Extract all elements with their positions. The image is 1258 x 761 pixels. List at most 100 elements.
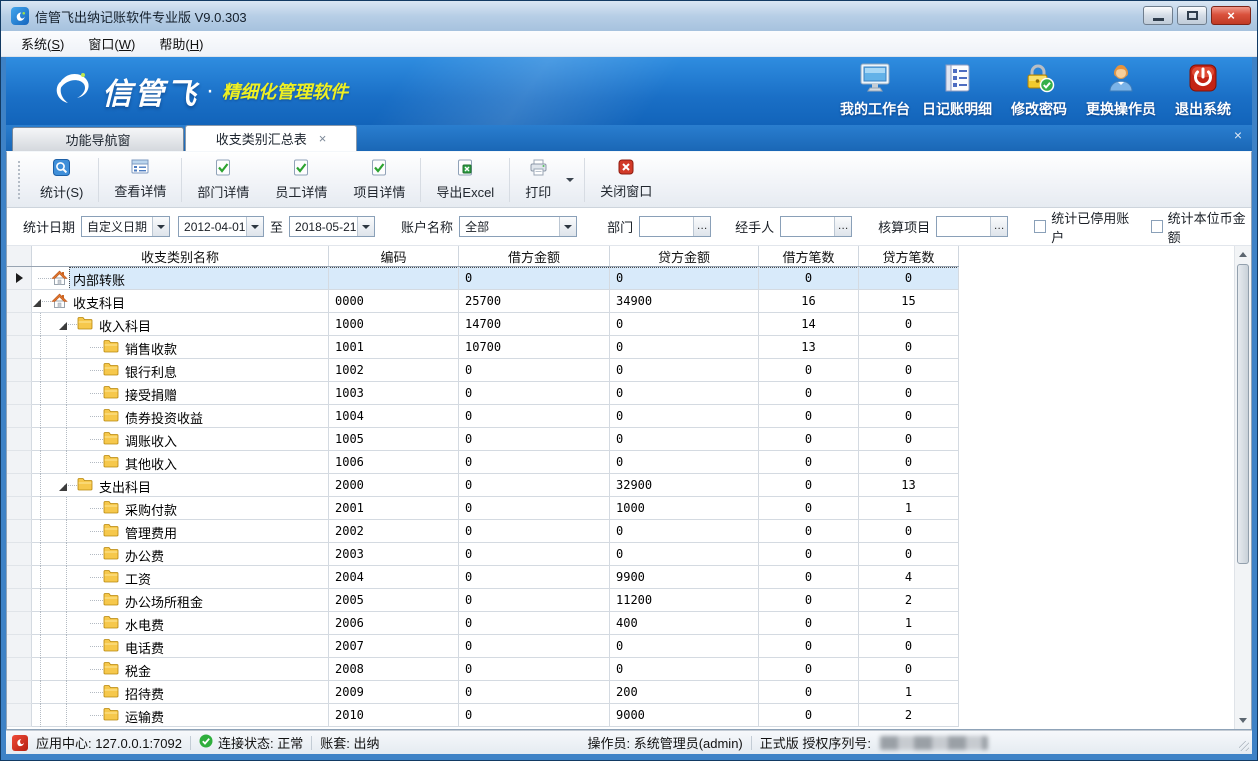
header-credit-amount[interactable]: 贷方金额	[610, 246, 759, 266]
table-row[interactable]: 1001107000130销售收款	[7, 336, 1234, 359]
header-debit-amount[interactable]: 借方金额	[459, 246, 610, 266]
project-lookup[interactable]: …	[936, 216, 1008, 237]
scrollbar-thumb[interactable]	[1237, 264, 1249, 564]
dropdown-icon[interactable]	[246, 217, 263, 236]
status-license: 正式版 授权序列号:	[752, 733, 996, 752]
statistics-button[interactable]: 统计(S)	[27, 155, 96, 205]
tree-guide	[66, 543, 67, 566]
cell-code: 0000	[329, 290, 459, 313]
menu-window[interactable]: 窗口(W)	[78, 31, 145, 56]
category-name: 招待费	[125, 684, 164, 703]
department-detail-button[interactable]: 部门详情	[184, 155, 262, 205]
row-indicator-cell	[7, 290, 32, 313]
table-row[interactable]: 20020000管理费用	[7, 520, 1234, 543]
checkbox-icon[interactable]	[1151, 220, 1163, 233]
titlebar[interactable]: 信管飞出纳记账软件专业版 V9.0.303 ×	[1, 1, 1257, 31]
table-row[interactable]: 2009020001招待费	[7, 681, 1234, 704]
table-row[interactable]: 20040990004工资	[7, 566, 1234, 589]
table-row[interactable]: 10030000接受捐赠	[7, 382, 1234, 405]
staff-detail-button[interactable]: 员工详情	[262, 155, 340, 205]
category-name: 内部转账	[73, 270, 125, 289]
tab-close-icon[interactable]: ×	[319, 132, 327, 145]
tree-expander-icon[interactable]	[59, 322, 67, 330]
maximize-button[interactable]	[1177, 6, 1207, 25]
department-lookup[interactable]: …	[639, 216, 711, 237]
header-debit-count[interactable]: 借方笔数	[759, 246, 859, 266]
cell-filler	[959, 428, 1234, 451]
header-code[interactable]: 编码	[329, 246, 459, 266]
agent-input[interactable]	[781, 217, 834, 236]
date-from-select[interactable]: 2012-04-01	[178, 216, 264, 237]
switch-operator-button[interactable]: 更换操作员	[1080, 59, 1162, 123]
header-category-name[interactable]: 收支类别名称	[32, 246, 329, 266]
agent-lookup[interactable]: …	[780, 216, 852, 237]
ellipsis-lookup-icon[interactable]: …	[990, 217, 1007, 236]
vertical-scrollbar[interactable]	[1234, 246, 1251, 729]
table-row[interactable]: 0000内部转账	[7, 267, 1234, 290]
table-row[interactable]: 2006040001水电费	[7, 612, 1234, 635]
workbench-button[interactable]: 我的工作台	[834, 59, 916, 123]
table-row[interactable]: 10050000调账收入	[7, 428, 1234, 451]
tree-guide	[66, 405, 67, 428]
table-row[interactable]: 20100900002运输费	[7, 704, 1234, 727]
resize-grip[interactable]	[1239, 741, 1249, 751]
table-row[interactable]: 2000032900013支出科目	[7, 474, 1234, 497]
brand-logo-icon	[50, 70, 92, 113]
close-window-button[interactable]: 关闭窗口	[587, 155, 665, 204]
header-filler	[959, 246, 1234, 267]
project-input[interactable]	[937, 217, 990, 236]
export-excel-button[interactable]: 导出Excel	[423, 155, 507, 205]
table-row[interactable]: 10040000债券投资收益	[7, 405, 1234, 428]
tab-income-expense-summary[interactable]: 收支类别汇总表 ×	[185, 125, 357, 151]
project-detail-button[interactable]: 项目详情	[340, 155, 418, 205]
tab-navigation-pane[interactable]: 功能导航窗	[12, 127, 184, 151]
ellipsis-lookup-icon[interactable]: …	[834, 217, 851, 236]
exit-system-button[interactable]: 退出系统	[1162, 59, 1244, 123]
cell-filler	[959, 635, 1234, 658]
base-currency-checkbox[interactable]: 统计本位币金额	[1151, 208, 1251, 246]
table-row[interactable]: 000025700349001615收支科目	[7, 290, 1234, 313]
view-detail-button[interactable]: 查看详情	[101, 155, 179, 204]
dropdown-icon[interactable]	[152, 217, 169, 236]
scroll-up-button[interactable]	[1235, 246, 1251, 263]
ellipsis-lookup-icon[interactable]: …	[693, 217, 710, 236]
table-row[interactable]: 20080000税金	[7, 658, 1234, 681]
tree-expander-icon[interactable]	[59, 483, 67, 491]
menu-help[interactable]: 帮助(H)	[149, 31, 213, 56]
toolbar-drag-handle[interactable]	[18, 161, 20, 199]
account-select[interactable]: 全部	[459, 216, 577, 237]
print-button[interactable]: 打印	[512, 155, 564, 205]
close-button[interactable]: ×	[1211, 6, 1251, 25]
minimize-button[interactable]	[1143, 6, 1173, 25]
change-password-button[interactable]: 修改密码	[998, 59, 1080, 123]
department-input[interactable]	[640, 217, 693, 236]
status-app-center: 应用中心: 127.0.0.1:7092	[28, 733, 190, 752]
tree-expander-icon[interactable]	[33, 299, 41, 307]
table-row[interactable]: 1000147000140收入科目	[7, 313, 1234, 336]
date-mode-select[interactable]: 自定义日期	[81, 216, 170, 237]
table-row[interactable]: 20070000电话费	[7, 635, 1234, 658]
journal-detail-button[interactable]: 日记账明细	[916, 59, 998, 123]
scroll-down-button[interactable]	[1235, 712, 1251, 729]
table-row[interactable]: 20010100001采购付款	[7, 497, 1234, 520]
date-to-select[interactable]: 2018-05-21	[289, 216, 375, 237]
cell-debit_count: 0	[759, 428, 859, 451]
tabstrip-close-icon[interactable]: ×	[1234, 128, 1242, 142]
project-filter-label: 核算项目	[878, 217, 930, 236]
folder-icon	[103, 546, 120, 562]
include-disabled-accounts-checkbox[interactable]: 统计已停用账户	[1034, 208, 1134, 246]
menu-system[interactable]: 系统(S)	[11, 31, 74, 56]
checkbox-icon[interactable]	[1034, 220, 1046, 233]
cell-category-name	[32, 681, 329, 704]
dropdown-icon[interactable]	[559, 217, 576, 236]
dropdown-icon[interactable]	[357, 217, 374, 236]
minimize-icon	[1153, 18, 1164, 21]
header-credit-count[interactable]: 贷方笔数	[859, 246, 959, 266]
table-row[interactable]: 20030000办公费	[7, 543, 1234, 566]
folder-icon	[103, 592, 120, 608]
table-row[interactable]: 10020000银行利息	[7, 359, 1234, 382]
table-row[interactable]: 10060000其他收入	[7, 451, 1234, 474]
print-dropdown-caret-icon[interactable]	[566, 178, 574, 182]
folder-icon	[103, 339, 120, 355]
table-row[interactable]: 200501120002办公场所租金	[7, 589, 1234, 612]
